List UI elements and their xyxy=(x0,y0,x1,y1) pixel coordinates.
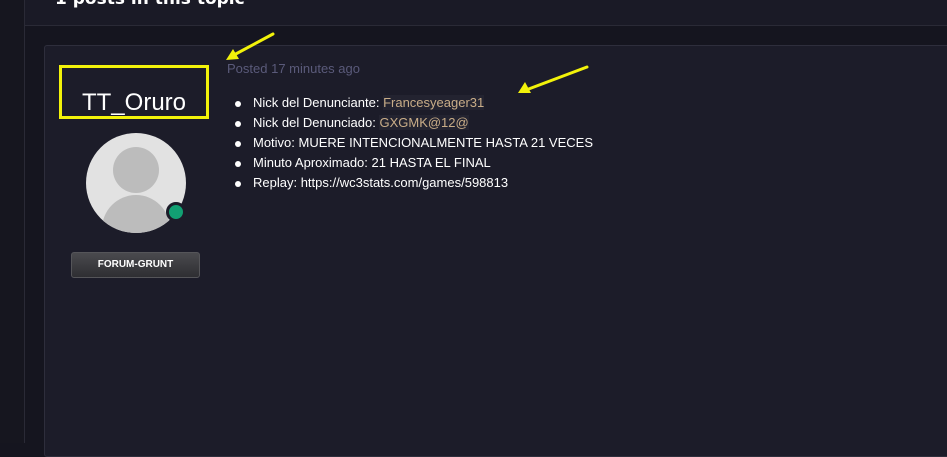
bullet-icon xyxy=(235,101,241,107)
bullet-icon xyxy=(235,181,241,187)
reason-value: MUERE INTENCIONALMENTE HASTA 21 VECES xyxy=(298,135,594,150)
list-item: Minuto Aproximado: 21 HASTA EL FINAL xyxy=(235,153,593,173)
avatar-head-shape xyxy=(113,147,159,193)
replay-url: https://wc3stats.com/games/598813 xyxy=(300,175,509,190)
left-rail xyxy=(0,0,25,443)
reporter-nick: Francesyeager31 xyxy=(383,95,485,110)
bullet-icon xyxy=(235,121,241,127)
online-status-indicator xyxy=(166,202,186,222)
list-item: Nick del Denunciante: Francesyeager31 xyxy=(235,93,593,113)
list-item: Nick del Denunciado: GXGMK@12@ xyxy=(235,113,593,133)
bullet-icon xyxy=(235,161,241,167)
avatar-shoulders-shape xyxy=(102,195,170,233)
field-label: Nick del Denunciado: xyxy=(253,115,380,130)
reported-nick: GXGMK@12@ xyxy=(379,115,469,130)
topic-title: 1 posts in this topic xyxy=(55,0,245,9)
field-label: Motivo: xyxy=(253,135,299,150)
field-label: Minuto Aproximado: xyxy=(253,155,372,170)
bullet-icon xyxy=(235,141,241,147)
post-body-list: Nick del Denunciante: Francesyeager31 Ni… xyxy=(235,93,593,193)
list-item: Replay: https://wc3stats.com/games/59881… xyxy=(235,173,593,193)
list-item: Motivo: MUERE INTENCIONALMENTE HASTA 21 … xyxy=(235,133,593,153)
minute-value: 21 HASTA EL FINAL xyxy=(371,155,491,170)
post-timestamp[interactable]: Posted 17 minutes ago xyxy=(227,61,360,76)
author-name-link[interactable]: TT_Oruro xyxy=(59,89,209,117)
field-label: Nick del Denunciante: xyxy=(253,95,384,110)
topic-header: 1 posts in this topic xyxy=(25,0,947,26)
field-label: Replay: xyxy=(253,175,301,190)
rank-badge: FORUM-GRUNT xyxy=(71,252,200,278)
